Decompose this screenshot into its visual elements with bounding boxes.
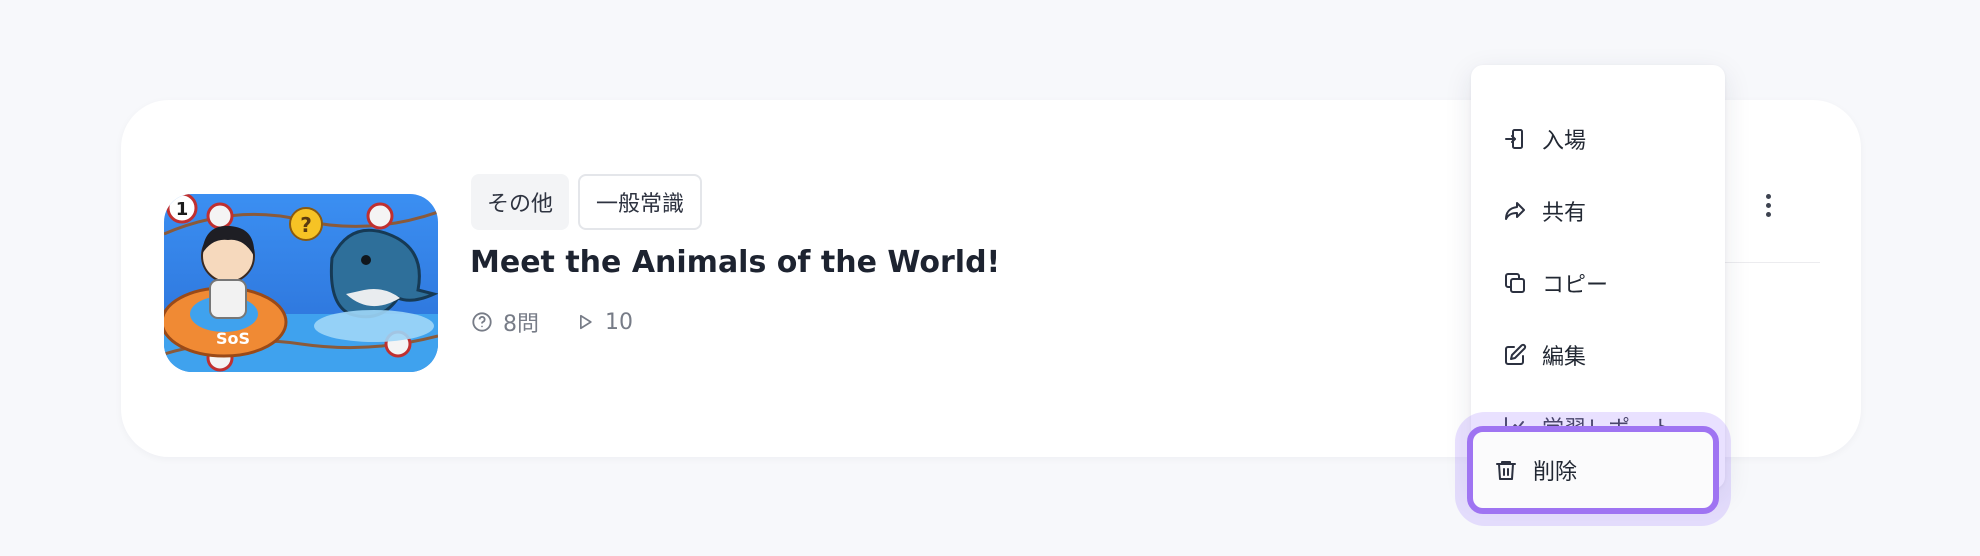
menu-item-copy[interactable]: コピー	[1471, 247, 1725, 319]
trash-icon	[1493, 457, 1519, 483]
more-dot	[1765, 211, 1771, 217]
tag-subject[interactable]: 一般常識	[578, 174, 703, 230]
menu-item-delete[interactable]: 削除	[1467, 426, 1719, 514]
menu-item-label: 削除	[1533, 460, 1578, 485]
more-vertical-icon	[1765, 193, 1771, 199]
more-options-button[interactable]	[1750, 183, 1786, 227]
menu-item-label: 入場	[1542, 129, 1587, 154]
quiz-thumbnail[interactable]: 1 ? SoS	[164, 194, 438, 372]
tag-list: その他 一般常識	[471, 174, 703, 230]
question-count: 8問	[503, 312, 539, 337]
menu-item-enter[interactable]: 入場	[1471, 103, 1725, 175]
enter-icon	[1502, 126, 1528, 152]
more-dot	[1765, 202, 1771, 208]
quiz-stats: 8問 10	[471, 306, 669, 338]
play-count-stat: 10	[575, 310, 633, 335]
menu-item-label: コピー	[1542, 273, 1609, 298]
menu-item-label: 共有	[1542, 201, 1587, 226]
edit-icon	[1502, 342, 1528, 368]
svg-text:1: 1	[176, 199, 189, 220]
question-circle-icon	[471, 311, 493, 333]
tag-category[interactable]: その他	[471, 174, 570, 230]
quiz-title[interactable]: Meet the Animals of the World!	[470, 245, 1000, 280]
play-icon	[575, 312, 595, 332]
svg-text:SoS: SoS	[216, 329, 250, 348]
copy-icon	[1502, 270, 1528, 296]
question-count-stat: 8問	[471, 306, 539, 338]
menu-item-edit[interactable]: 編集	[1471, 319, 1725, 391]
play-count: 10	[605, 309, 633, 335]
menu-item-share[interactable]: 共有	[1471, 175, 1725, 247]
menu-item-label: 編集	[1542, 345, 1587, 370]
svg-text:?: ?	[300, 213, 312, 237]
share-icon	[1502, 198, 1528, 224]
